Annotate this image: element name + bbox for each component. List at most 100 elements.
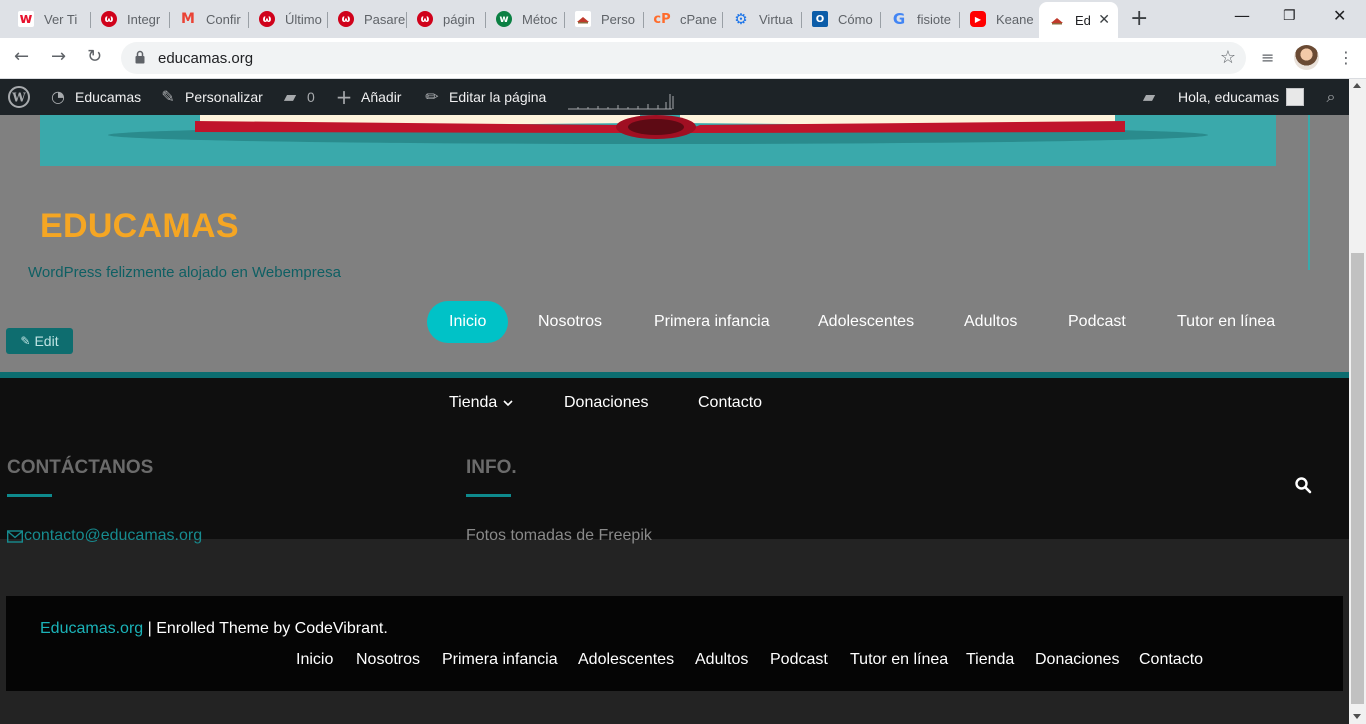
plus-icon: +	[335, 85, 353, 109]
page-scrollbar[interactable]	[1349, 79, 1366, 724]
browser-tab[interactable]: ω Último	[249, 4, 328, 34]
scroll-down-arrow[interactable]	[1353, 714, 1361, 719]
browser-tab[interactable]: ω págin	[407, 4, 486, 34]
browser-tab[interactable]: M Confir	[170, 4, 249, 34]
nav-item-tutor-en-linea[interactable]: Tutor en línea	[1155, 301, 1297, 343]
lock-icon	[135, 50, 145, 64]
profile-avatar[interactable]	[1294, 45, 1319, 70]
tab-title: Ed	[1075, 12, 1091, 28]
minimize-icon[interactable]: —	[1234, 6, 1250, 25]
gear-icon: ⚙	[734, 10, 748, 28]
admin-customize[interactable]: ✎ Personalizar	[158, 79, 263, 115]
edit-button[interactable]: ✎ Edit	[6, 328, 73, 354]
tab-title: Ver Ti	[44, 11, 78, 27]
nav-item-nosotros[interactable]: Nosotros	[516, 301, 624, 343]
footer-nav-inicio[interactable]: Inicio	[296, 651, 333, 669]
nav-item-primera-infancia[interactable]: Primera infancia	[632, 301, 792, 343]
paintbrush-icon: ✎	[161, 87, 175, 106]
scroll-up-arrow[interactable]	[1353, 83, 1361, 88]
educamas-icon	[1049, 12, 1065, 28]
tab-title: Último	[285, 11, 322, 27]
browser-tab[interactable]: cP cPane	[644, 4, 723, 34]
admin-edit-page[interactable]: ✏ Editar la página	[422, 79, 546, 115]
scrollbar-thumb[interactable]	[1351, 253, 1364, 704]
browser-tab[interactable]: w Métoc	[486, 4, 565, 34]
nav-item-adultos[interactable]: Adultos	[942, 301, 1039, 343]
nav-item-podcast[interactable]: Podcast	[1046, 301, 1148, 343]
browser-tab[interactable]: O Cómo	[802, 4, 881, 34]
header-image	[40, 115, 1276, 166]
tab-title: Confir	[206, 11, 241, 27]
webempresa-icon: ω	[417, 11, 433, 27]
search-icon[interactable]	[1294, 476, 1312, 494]
browser-tab-active[interactable]: Ed ✕	[1039, 2, 1118, 38]
footer-nav-donaciones[interactable]: Donaciones	[1035, 651, 1120, 669]
footer-nav-podcast[interactable]: Podcast	[770, 651, 828, 669]
nav-item-tienda[interactable]: Tienda	[449, 394, 513, 412]
new-tab-button[interactable]: +	[1130, 6, 1148, 31]
webempresa-icon: ω	[259, 11, 275, 27]
footer-site-link[interactable]: Educamas.org	[40, 620, 143, 637]
footer-nav-primera-infancia[interactable]: Primera infancia	[442, 651, 558, 669]
pencil-icon: ✏	[425, 87, 439, 106]
tab-title: Keane	[996, 11, 1034, 27]
footer-nav-contacto[interactable]: Contacto	[1139, 651, 1203, 669]
outlook-icon: O	[812, 11, 828, 27]
footer-nav-adultos[interactable]: Adultos	[695, 651, 748, 669]
tab-title: Cómo	[838, 11, 873, 27]
green-w-icon: w	[496, 11, 512, 27]
window-close-icon[interactable]: ✕	[1333, 6, 1346, 25]
browser-tab[interactable]: ▶ Keane	[960, 4, 1039, 34]
browser-tab[interactable]: G fisiote	[881, 4, 960, 34]
browser-tab[interactable]: w Ver Ti	[8, 4, 91, 34]
nav-item-contacto[interactable]: Contacto	[698, 394, 762, 412]
restore-icon[interactable]: ❐	[1283, 8, 1296, 24]
wp-logo[interactable]: W	[8, 79, 30, 115]
address-bar[interactable]: educamas.org ☆	[121, 42, 1246, 74]
stats-sparkline	[568, 94, 674, 110]
dashboard-icon: ◔	[51, 87, 65, 106]
avatar	[1286, 88, 1305, 106]
forward-icon[interactable]: →	[51, 46, 66, 67]
envelope-icon	[7, 529, 23, 543]
admin-search[interactable]: ⌕	[1321, 79, 1341, 115]
site-title[interactable]: EDUCAMAS	[40, 207, 239, 246]
nav-item-inicio[interactable]: Inicio	[427, 301, 509, 343]
browser-tab[interactable]: Perso	[565, 4, 644, 34]
youtube-icon: ▶	[970, 11, 986, 27]
footer-nav-adolescentes[interactable]: Adolescentes	[578, 651, 674, 669]
gmail-icon: M	[181, 11, 195, 27]
tab-title: Pasare	[364, 11, 406, 27]
reload-icon[interactable]: ↻	[87, 46, 102, 67]
site-tagline: WordPress felizmente alojado en Webempre…	[28, 264, 341, 281]
nav-item-adolescentes[interactable]: Adolescentes	[796, 301, 936, 343]
edit-icon: ✎	[20, 334, 31, 348]
browser-tab[interactable]: ω Integr	[91, 4, 170, 34]
tab-title: Métoc	[522, 11, 558, 27]
info-widget-title: INFO.	[466, 457, 517, 478]
copyright: Educamas.org | Enrolled Theme by CodeVib…	[40, 620, 388, 638]
chrome-menu-icon[interactable]: ⋮	[1338, 48, 1354, 67]
admin-comments[interactable]: ▰ 0	[280, 79, 315, 115]
webempresa-icon: ω	[338, 11, 354, 27]
admin-my-account[interactable]: Hola, educamas	[1178, 79, 1305, 115]
browser-tab[interactable]: ω Pasare	[328, 4, 407, 34]
close-tab-icon[interactable]: ✕	[1098, 12, 1110, 28]
tab-strip: w Ver Ti ω Integr M Confir ω Último ω Pa…	[0, 0, 1366, 38]
footer-credit: | Enrolled Theme by CodeVibrant.	[143, 620, 388, 637]
footer-nav-tutor-en-linea[interactable]: Tutor en línea	[850, 651, 948, 669]
nav-item-donaciones[interactable]: Donaciones	[564, 394, 649, 412]
admin-site-name[interactable]: ◔ Educamas	[48, 79, 141, 115]
footer-nav-nosotros[interactable]: Nosotros	[356, 651, 420, 669]
browser-toolbar: ← → ↻ educamas.org ☆ ≡ ⋮	[0, 38, 1366, 79]
contact-widget-title: CONTÁCTANOS	[7, 457, 154, 478]
admin-new-content[interactable]: + Añadir	[334, 79, 402, 115]
browser-tab[interactable]: ⚙ Virtua	[723, 4, 802, 34]
contact-email-link[interactable]: contacto@educamas.org	[7, 527, 202, 545]
bookmark-star-icon[interactable]: ☆	[1220, 47, 1236, 68]
footer-nav-tienda[interactable]: Tienda	[966, 651, 1014, 669]
wordpress-icon: W	[8, 86, 30, 108]
admin-notifications[interactable]: ▰	[1139, 79, 1159, 115]
back-icon[interactable]: ←	[14, 46, 29, 67]
reading-list-icon[interactable]: ≡	[1261, 48, 1274, 67]
